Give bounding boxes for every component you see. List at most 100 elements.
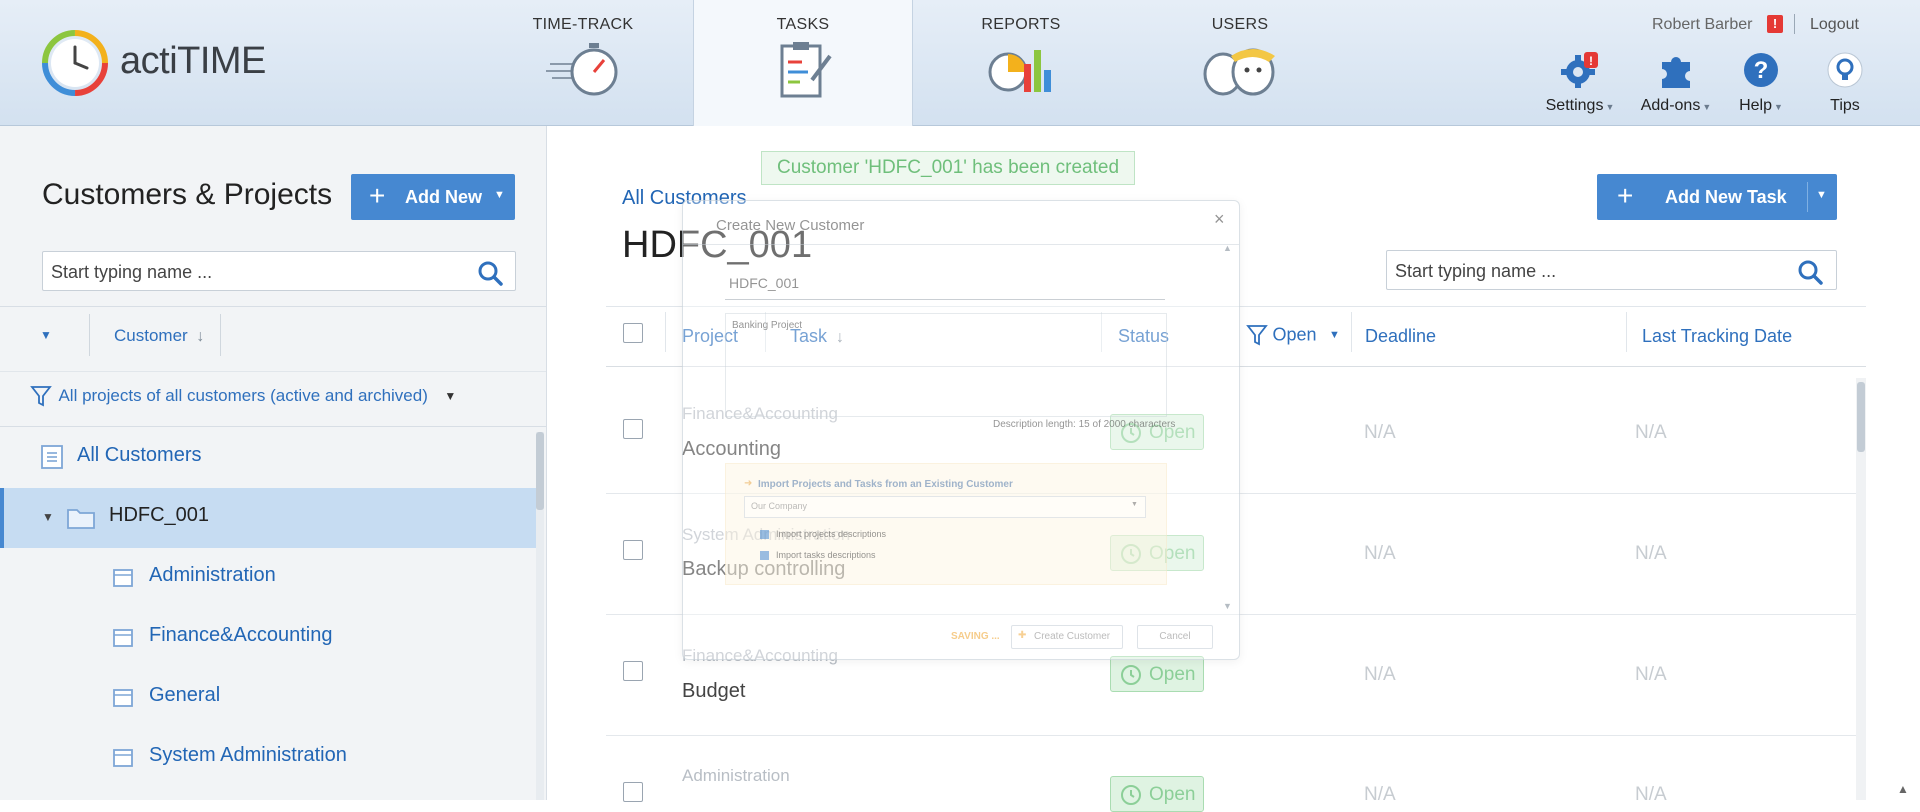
divider (1794, 14, 1795, 34)
row-task[interactable]: Budget (682, 680, 745, 703)
tree-label: Administration (149, 564, 276, 586)
status-badge[interactable]: Open (1110, 656, 1204, 692)
tips-button[interactable]: Tips (1810, 52, 1880, 115)
select-all-checkbox[interactable] (623, 323, 643, 343)
chevron-down-icon: ▼ (1328, 329, 1340, 341)
clipboard-icon (780, 42, 832, 98)
tree-label: General (149, 684, 221, 706)
table-scrollbar[interactable] (1856, 378, 1866, 800)
collapse-icon[interactable]: ▼ (42, 510, 54, 524)
import-customer-select[interactable]: Our Company ▼ (744, 496, 1146, 518)
tree-item-project[interactable]: General (0, 668, 536, 728)
row-deadline: N/A (1364, 422, 1396, 443)
plus-icon: + (369, 180, 386, 211)
status-text: Open (1149, 664, 1196, 685)
import-tasks-checkbox[interactable] (760, 551, 769, 560)
description-textarea[interactable]: Banking Project (725, 313, 1167, 417)
divider (665, 312, 666, 352)
row-checkbox[interactable] (623, 540, 643, 560)
tree-item-all-customers[interactable]: All Customers (0, 428, 536, 488)
divider (220, 314, 221, 356)
row-checkbox[interactable] (623, 661, 643, 681)
customer-name-input[interactable]: HDFC_001 (725, 261, 1165, 300)
customers-projects-panel: Customers & Projects + Add New ▼ Start t… (0, 126, 547, 800)
panel-search-input[interactable]: Start typing name ... (42, 251, 516, 291)
users-icon (1203, 48, 1275, 96)
sort-arrow-icon: ↓ (196, 328, 205, 345)
plus-icon: ✚ (1018, 630, 1027, 641)
import-title: Import Projects and Tasks from an Existi… (758, 479, 1013, 490)
window-scroll-arrow[interactable]: ▲ (1897, 782, 1909, 796)
tab-users[interactable]: USERS (1130, 0, 1350, 125)
import-projects-checkbox[interactable] (760, 530, 769, 539)
sort-label: Customer (114, 326, 188, 345)
toast-text: Customer 'HDFC_001' has been created (776, 157, 1120, 178)
search-placeholder: Start typing name ... (51, 262, 213, 282)
tree-item-customer[interactable]: ▼ HDFC_001 (0, 488, 536, 548)
panel-title: Customers & Projects (42, 178, 333, 211)
project-icon (113, 569, 133, 587)
filter-icon (1246, 325, 1268, 346)
scrollbar-thumb[interactable] (536, 432, 544, 510)
tree-label: HDFC_001 (109, 504, 210, 526)
create-customer-button[interactable]: ✚ Create Customer (1011, 625, 1123, 649)
checkbox-label: Import tasks descriptions (776, 550, 876, 560)
tab-time-track[interactable]: TIME-TRACK (472, 0, 694, 125)
clock-icon (1121, 665, 1141, 685)
help-icon: ? (1744, 53, 1778, 87)
project-filter[interactable]: All projects of all customers (active an… (30, 384, 456, 408)
description-length: Description length: 15 of 2000 character… (993, 419, 1176, 430)
tree-item-project[interactable]: Finance&Accounting (0, 608, 536, 668)
pie-chart-icon (988, 50, 1051, 92)
expand-all-toggle[interactable]: ▼ (40, 328, 52, 342)
description-value: Banking Project (732, 320, 803, 331)
divider (89, 314, 90, 356)
close-icon[interactable]: × (1214, 209, 1225, 230)
row-deadline: N/A (1364, 784, 1396, 805)
sort-by-customer[interactable]: Customer ↓ (114, 326, 204, 346)
add-new-task-button[interactable]: + Add New Task ▼ (1597, 174, 1837, 220)
search-icon[interactable] (1797, 259, 1823, 285)
cancel-button[interactable]: Cancel (1137, 625, 1213, 649)
status-filter[interactable]: Open ▼ (1246, 323, 1340, 347)
divider (0, 306, 546, 307)
divider (1807, 182, 1808, 212)
clock-logo-icon[interactable] (42, 30, 108, 96)
column-deadline[interactable]: Deadline (1365, 326, 1436, 347)
chevron-down-icon: ▼ (444, 389, 457, 403)
row-checkbox[interactable] (623, 419, 643, 439)
add-task-label: Add New Task (1665, 187, 1787, 207)
scrollbar-thumb[interactable] (1857, 382, 1865, 452)
addons-menu[interactable]: Add-ons ▼ (1636, 52, 1716, 115)
project-icon (113, 689, 133, 707)
search-icon[interactable] (477, 260, 503, 286)
chevron-down-icon: ▼ (1131, 501, 1138, 508)
row-project: Administration (682, 766, 790, 785)
task-search-input[interactable]: Start typing name ... (1386, 250, 1837, 290)
dialog-scroll-down[interactable]: ▼ (1223, 601, 1232, 611)
status-badge[interactable]: Open (1110, 776, 1204, 812)
dialog-scroll-up[interactable]: ▲ (1223, 243, 1232, 253)
toast-notification: Customer 'HDFC_001' has been created (761, 151, 1135, 185)
add-new-button[interactable]: + Add New ▼ (351, 174, 515, 220)
checkbox-label: Import projects descriptions (776, 529, 887, 539)
project-icon (113, 749, 133, 767)
tree-item-project[interactable]: Administration (0, 548, 536, 608)
chevron-down-icon: ▼ (1816, 189, 1827, 201)
saving-indicator: SAVING ... (951, 631, 1000, 642)
settings-label: Settings (1545, 97, 1604, 114)
alert-icon[interactable]: ! (1767, 15, 1783, 33)
svg-text:?: ? (1754, 57, 1769, 84)
divider (0, 371, 546, 372)
folder-icon (67, 509, 95, 529)
row-checkbox[interactable] (623, 782, 643, 802)
help-menu[interactable]: ? Help ▼ (1726, 52, 1796, 115)
column-last-tracking[interactable]: Last Tracking Date (1642, 326, 1792, 347)
logout-link[interactable]: Logout (1810, 16, 1859, 34)
tab-tasks[interactable]: TASKS (693, 0, 913, 126)
settings-menu[interactable]: ! Settings ▼ (1540, 52, 1620, 115)
tree-scrollbar[interactable] (536, 432, 544, 800)
tab-reports[interactable]: REPORTS (912, 0, 1130, 125)
user-name[interactable]: Robert Barber (1652, 16, 1753, 34)
tree-item-project[interactable]: System Administration (0, 728, 536, 788)
